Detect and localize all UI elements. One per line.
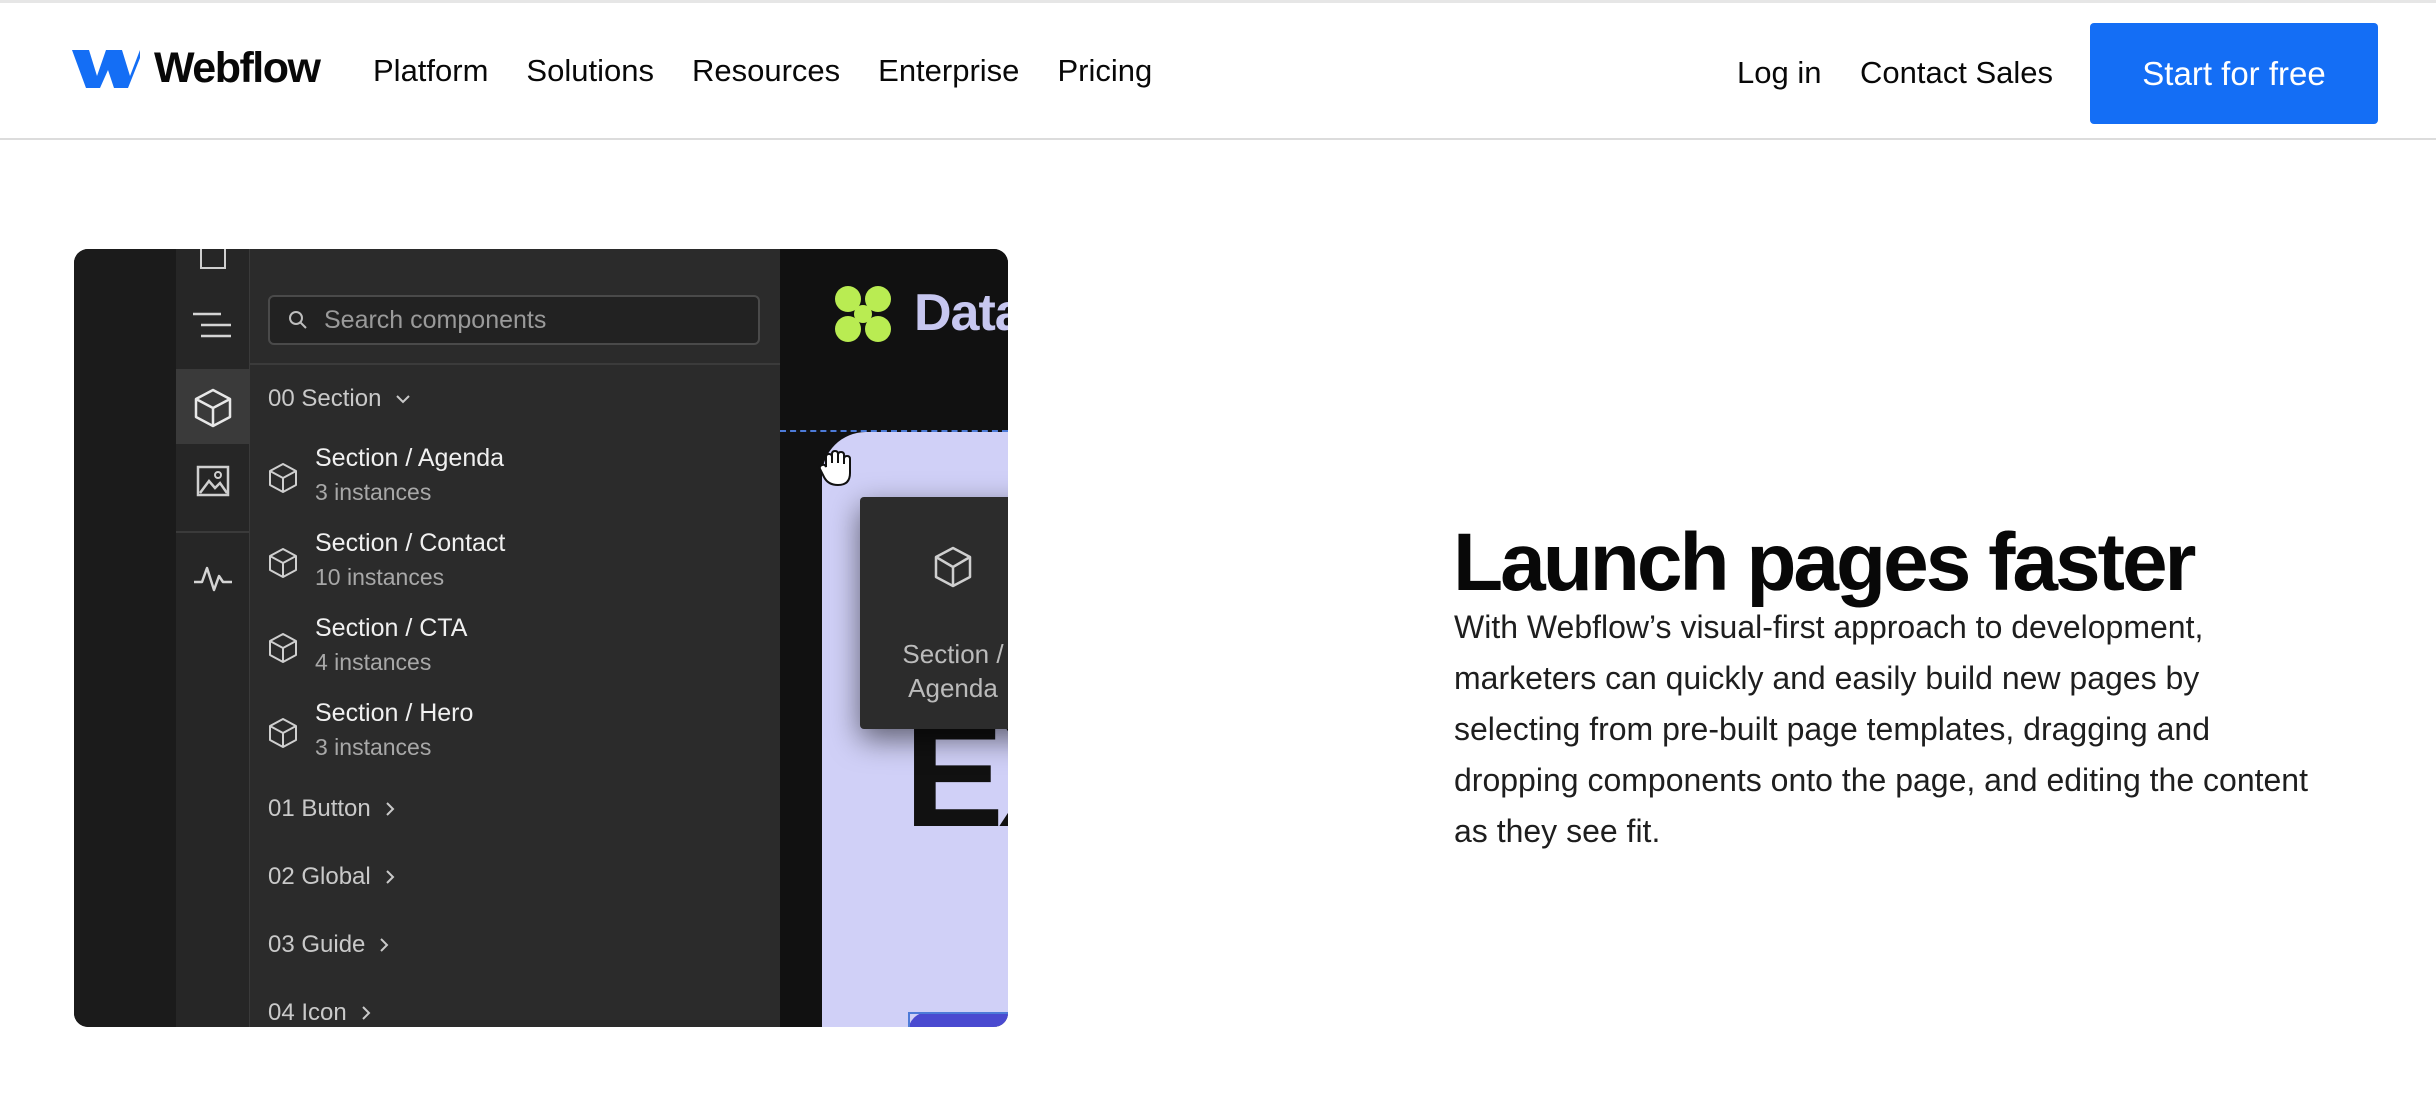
component-name: Section / Agenda (315, 444, 505, 472)
designer-preview-image: 00 Section Section / Agenda 3 instances … (74, 249, 1008, 1027)
section-body-text: With Webflow’s visual-first approach to … (1454, 609, 2308, 849)
group-00-section[interactable]: 00 Section (268, 385, 411, 413)
component-search[interactable] (268, 295, 760, 345)
component-name: Section / Contact (315, 529, 506, 557)
drag-label-line: Agenda (908, 673, 998, 703)
component-item[interactable]: Section / Agenda 3 instances (268, 444, 748, 514)
chevron-right-icon (385, 869, 395, 885)
nav-link-enterprise[interactable]: Enterprise (878, 51, 1019, 91)
primary-nav: Platform Solutions Resources Enterprise … (373, 51, 1190, 91)
brand-name: Webflow (154, 43, 321, 92)
assets-icon[interactable] (176, 444, 249, 517)
group-label: 04 Icon (268, 999, 347, 1026)
group-label: 01 Button (268, 795, 371, 822)
grab-hand-cursor-icon (818, 449, 851, 487)
component-instances: 3 instances (315, 479, 432, 505)
component-name: Section / CTA (315, 614, 468, 642)
nav-link-solutions[interactable]: Solutions (526, 51, 654, 91)
search-input[interactable] (322, 304, 726, 336)
nav-link-pricing[interactable]: Pricing (1057, 51, 1152, 91)
start-for-free-button[interactable]: Start for free (2090, 23, 2378, 124)
designer-canvas: DataS EX Section / Agenda (780, 249, 1008, 1027)
component-icon (269, 463, 297, 493)
top-navigation: Webflow Platform Solutions Resources Ent… (0, 3, 2436, 140)
group-label: 03 Guide (268, 931, 366, 958)
chevron-right-icon (361, 1005, 371, 1021)
designer-left-strip (74, 249, 176, 1027)
dragged-component-label: Section / Agenda (860, 637, 1008, 705)
component-instances: 3 instances (315, 734, 432, 760)
webflow-logo-icon (72, 50, 140, 88)
contact-sales-link[interactable]: Contact Sales (1860, 53, 2053, 93)
components-icon[interactable] (176, 371, 249, 444)
section-heading: Launch pages faster (1453, 517, 2196, 609)
nav-link-platform[interactable]: Platform (373, 51, 488, 91)
components-panel: 00 Section Section / Agenda 3 instances … (250, 249, 782, 1027)
group-01-button[interactable]: 01 Button (268, 795, 395, 823)
chevron-down-icon (395, 394, 411, 404)
component-icon (269, 633, 297, 663)
group-04-icon[interactable]: 04 Icon (268, 999, 371, 1027)
group-03-guide[interactable]: 03 Guide (268, 931, 389, 959)
chevron-right-icon (379, 937, 389, 953)
component-item[interactable]: Section / CTA 4 instances (268, 614, 748, 684)
rail-divider (176, 531, 249, 533)
group-02-global[interactable]: 02 Global (268, 863, 395, 891)
designer-icon-rail (176, 249, 250, 1027)
component-icon (269, 718, 297, 748)
panel-divider (250, 363, 780, 365)
component-name: Section / Hero (315, 699, 474, 727)
login-link[interactable]: Log in (1737, 53, 1821, 93)
component-instances: 4 instances (315, 649, 432, 675)
group-label: 02 Global (268, 863, 371, 890)
dragged-component-card[interactable]: Section / Agenda (860, 497, 1008, 729)
drag-label-line: Section / (902, 639, 1004, 669)
nav-link-resources[interactable]: Resources (692, 51, 840, 91)
component-icon (269, 548, 297, 578)
chevron-right-icon (385, 801, 395, 817)
brand-logo-icon (835, 286, 891, 342)
component-item[interactable]: Section / Contact 10 instances (268, 529, 748, 599)
selection-outline (908, 1012, 1008, 1027)
canvas-brand-text: DataS (914, 284, 1008, 342)
search-icon (289, 311, 307, 329)
group-label: 00 Section (268, 385, 382, 412)
navigator-icon[interactable] (176, 289, 249, 362)
component-icon (934, 546, 972, 588)
pages-icon[interactable] (176, 249, 249, 292)
activity-icon[interactable] (176, 541, 249, 614)
component-instances: 10 instances (315, 564, 445, 590)
component-item[interactable]: Section / Hero 3 instances (268, 699, 748, 769)
webflow-logo[interactable]: Webflow (72, 43, 321, 93)
